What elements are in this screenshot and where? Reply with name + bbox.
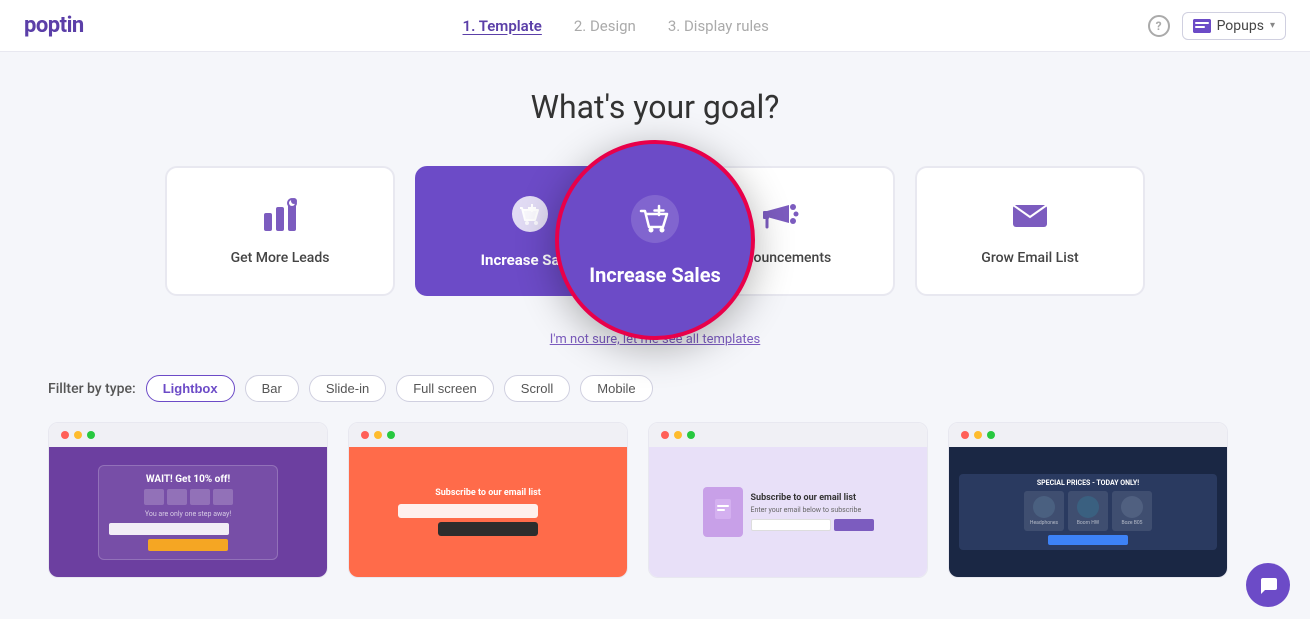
preview-light: Subscribe to our email list Enter your e… — [649, 447, 927, 577]
circle-label: Increase Sales — [589, 263, 721, 287]
filter-scroll[interactable]: Scroll — [504, 375, 571, 402]
steps-nav: 1. Template 2. Design 3. Display rules — [463, 17, 769, 35]
email-icon — [1009, 197, 1051, 238]
popups-label: Popups — [1217, 18, 1264, 34]
step-display-rules[interactable]: 3. Display rules — [668, 17, 769, 35]
preview-light-content: Subscribe to our email list Enter your e… — [751, 493, 874, 531]
dot-green-3 — [687, 431, 695, 439]
chat-icon — [1257, 574, 1279, 596]
filter-mobile[interactable]: Mobile — [580, 375, 652, 402]
leads-label: Get More Leads — [231, 250, 330, 266]
step-template[interactable]: 1. Template — [463, 17, 542, 35]
logo: poptin — [24, 13, 84, 38]
preview-coral-input — [398, 504, 538, 518]
template-card-1[interactable]: WAIT! Get 10% off! You are only one step… — [48, 422, 328, 578]
preview-light-input — [751, 519, 831, 531]
template-preview-3: Subscribe to our email list Enter your e… — [649, 447, 927, 577]
product-img-1 — [1033, 496, 1055, 518]
dot-yellow-1 — [74, 431, 82, 439]
preview-product-1: Headphones — [1024, 491, 1064, 531]
leads-icon — [260, 197, 300, 238]
preview-coral: Subscribe to our email list — [349, 447, 627, 577]
preview-coupon-code — [109, 489, 267, 505]
preview-coupon-btn — [148, 539, 228, 551]
preview-product-3: Boze B05 — [1112, 491, 1152, 531]
preview-light-title: Subscribe to our email list — [751, 493, 874, 503]
popups-icon — [1193, 19, 1211, 33]
email-label: Grow Email List — [981, 250, 1078, 266]
filter-label: Fillter by type: — [48, 381, 136, 397]
dot-yellow-2 — [374, 431, 382, 439]
templates-row: WAIT! Get 10% off! You are only one step… — [48, 422, 1262, 578]
header: poptin 1. Template 2. Design 3. Display … — [0, 0, 1310, 52]
preview-coral-inner: Subscribe to our email list — [398, 488, 578, 536]
product-label-3: Boze B05 — [1122, 520, 1143, 526]
dot-red-2 — [361, 431, 369, 439]
preview-tech-products: Headphones Boom HW Boze B05 — [964, 491, 1212, 531]
preview-tech-cta — [1048, 535, 1128, 545]
preview-light-inner: Subscribe to our email list Enter your e… — [703, 487, 874, 537]
dot-red-3 — [661, 431, 669, 439]
preview-light-img — [703, 487, 743, 537]
template-card-4[interactable]: SPECIAL PRICES - TODAY ONLY! Headphones … — [948, 422, 1228, 578]
preview-coupon-input — [109, 523, 229, 535]
dot-green-4 — [987, 431, 995, 439]
filter-lightbox[interactable]: Lightbox — [146, 375, 235, 402]
template-card-header-4 — [949, 423, 1227, 447]
preview-tech-banner: SPECIAL PRICES - TODAY ONLY! Headphones … — [959, 474, 1217, 550]
preview-tech-inner: SPECIAL PRICES - TODAY ONLY! Headphones … — [959, 474, 1217, 550]
product-label-2: Boom HW — [1077, 520, 1099, 526]
preview-tech: SPECIAL PRICES - TODAY ONLY! Headphones … — [949, 447, 1227, 577]
dot-green-1 — [87, 431, 95, 439]
filter-fullscreen[interactable]: Full screen — [396, 375, 494, 402]
goal-card-leads[interactable]: Get More Leads — [165, 166, 395, 296]
template-preview-4: SPECIAL PRICES - TODAY ONLY! Headphones … — [949, 447, 1227, 577]
logo-text: poptin — [24, 13, 84, 38]
template-card-header-2 — [349, 423, 627, 447]
announce-icon — [759, 197, 801, 238]
page-title: What's your goal? — [48, 88, 1262, 126]
template-card-2[interactable]: Subscribe to our email list — [348, 422, 628, 578]
goal-card-email[interactable]: Grow Email List — [915, 166, 1145, 296]
popups-button[interactable]: Popups ▾ — [1182, 12, 1286, 40]
product-img-3 — [1121, 496, 1143, 518]
preview-coupon-sub: You are only one step away! — [109, 510, 267, 518]
filter-row: Fillter by type: Lightbox Bar Slide-in F… — [48, 375, 1262, 402]
header-right: ? Popups ▾ — [1148, 12, 1286, 40]
dropdown-arrow: ▾ — [1270, 20, 1275, 31]
dot-red-1 — [61, 431, 69, 439]
filter-slidein[interactable]: Slide-in — [309, 375, 386, 402]
preview-coral-btn — [438, 522, 538, 536]
increase-sales-overlay: Increase Sales — [555, 140, 755, 340]
preview-light-btn — [834, 519, 874, 531]
preview-coral-title: Subscribe to our email list — [398, 488, 578, 498]
template-card-3[interactable]: Subscribe to our email list Enter your e… — [648, 422, 928, 578]
chat-bubble[interactable] — [1246, 563, 1290, 607]
step-design[interactable]: 2. Design — [574, 17, 636, 35]
template-preview-1: WAIT! Get 10% off! You are only one step… — [49, 447, 327, 577]
sales-icon — [510, 194, 550, 239]
preview-light-sub: Enter your email below to subscribe — [751, 506, 874, 514]
cart-icon-large — [629, 193, 681, 257]
filter-bar[interactable]: Bar — [245, 375, 299, 402]
template-card-header-3 — [649, 423, 927, 447]
dot-red-4 — [961, 431, 969, 439]
dot-yellow-4 — [974, 431, 982, 439]
template-preview-2: Subscribe to our email list — [349, 447, 627, 577]
product-label-1: Headphones — [1030, 520, 1058, 526]
dot-yellow-3 — [674, 431, 682, 439]
product-img-2 — [1077, 496, 1099, 518]
preview-light-inputs — [751, 519, 874, 531]
dot-green-2 — [387, 431, 395, 439]
help-button[interactable]: ? — [1148, 15, 1170, 37]
preview-tech-title: SPECIAL PRICES - TODAY ONLY! — [964, 479, 1212, 487]
template-card-header-1 — [49, 423, 327, 447]
preview-coupon-title: WAIT! Get 10% off! — [109, 474, 267, 485]
preview-coupon: WAIT! Get 10% off! You are only one step… — [49, 447, 327, 577]
preview-product-2: Boom HW — [1068, 491, 1108, 531]
